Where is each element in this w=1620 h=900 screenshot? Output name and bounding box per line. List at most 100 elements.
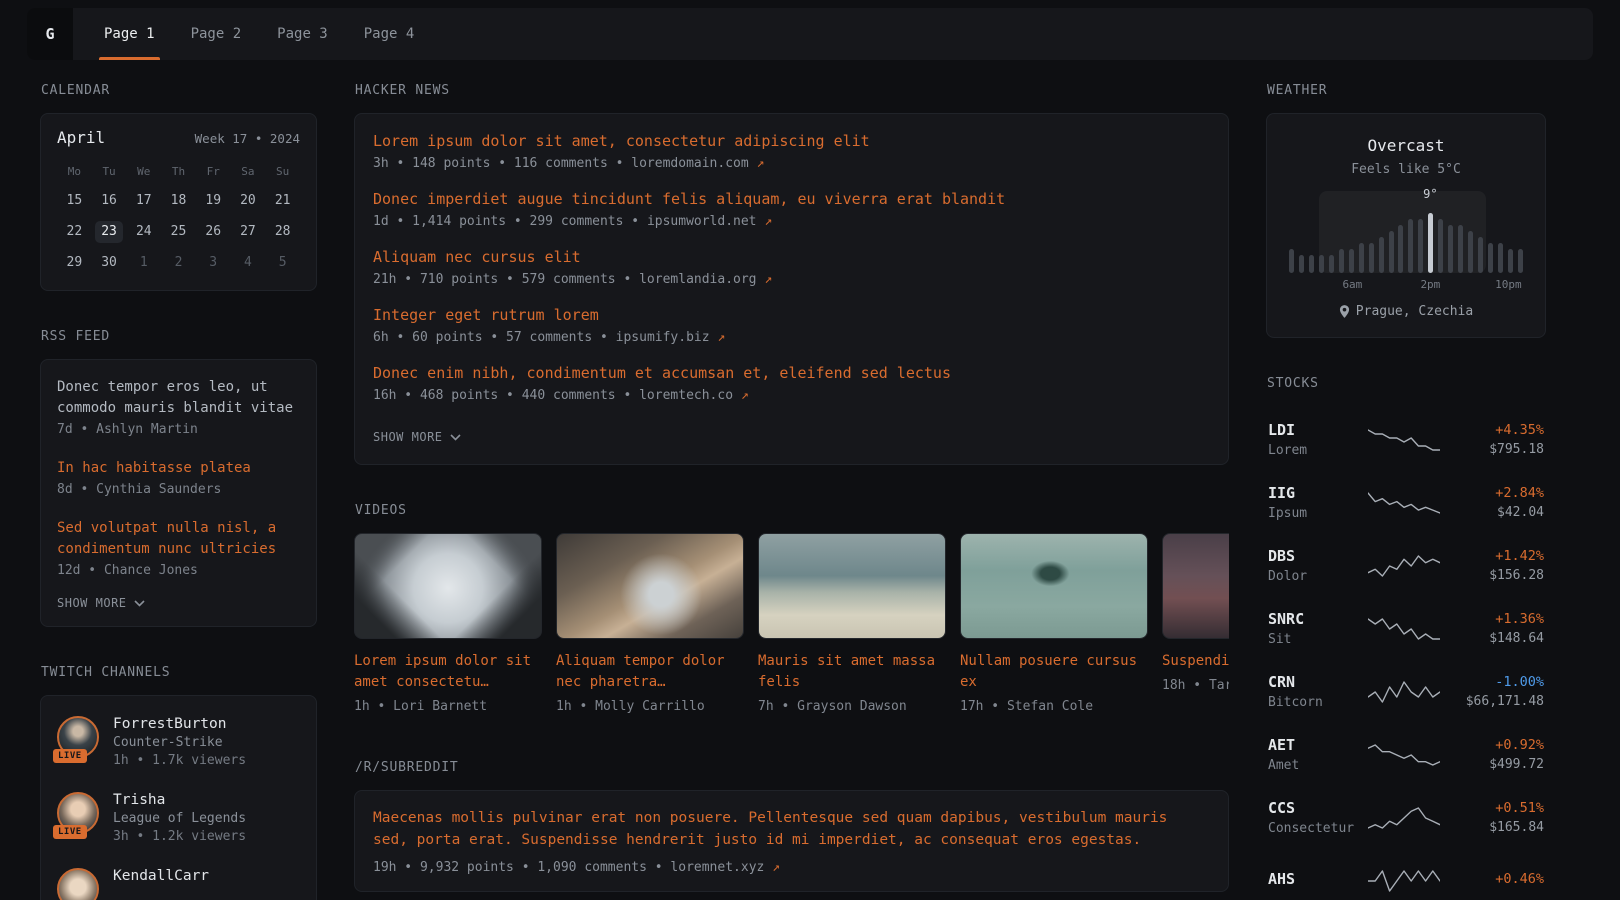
calendar-day: 2 (164, 252, 192, 274)
rss-show-more-button[interactable]: SHOW MORE (57, 588, 145, 622)
weather-bar (1349, 249, 1354, 273)
calendar-day: 17 (130, 190, 158, 212)
page-tab[interactable]: Page 2 (186, 8, 247, 60)
middle-column: HACKER NEWS Lorem ipsum dolor sit amet, … (354, 60, 1229, 900)
hn-item: Aliquam nec cursus elit 21h • 710 points… (373, 248, 1210, 287)
stock-change: -1.00% (1442, 674, 1544, 690)
twitch-channel[interactable]: LIVE ForrestBurton Counter-Strike 1h • 1… (57, 704, 300, 780)
stock-ticker: CRN (1268, 673, 1366, 691)
hn-item-title[interactable]: Aliquam nec cursus elit (373, 248, 1210, 266)
page-tab[interactable]: Page 1 (99, 8, 160, 60)
twitch-section-title: TWITCH CHANNELS (41, 665, 317, 680)
stock-sparkline (1366, 742, 1442, 768)
stock-values: +0.92% $499.72 (1442, 737, 1544, 772)
video-thumbnail[interactable] (556, 533, 744, 639)
video-title[interactable]: Nullam posuere cursus ex (960, 651, 1148, 693)
video-card[interactable]: Suspendisse diam 18h • Tara (1162, 533, 1229, 714)
calendar-day: 1 (130, 252, 158, 274)
stock-id: AHS (1268, 870, 1366, 892)
hn-item-meta: 3h • 148 points • 116 comments • loremdo… (373, 156, 1210, 171)
video-title[interactable]: Mauris sit amet massa felis (758, 651, 946, 693)
reddit-post-title[interactable]: Maecenas mollis pulvinar erat non posuer… (373, 807, 1210, 852)
page-tab[interactable]: Page 4 (359, 8, 420, 60)
stock-id: LDI Lorem (1268, 421, 1366, 458)
stock-ticker: CCS (1268, 799, 1366, 817)
stock-sparkline (1366, 553, 1442, 579)
weather-bar (1289, 249, 1294, 273)
stock-id: IIG Ipsum (1268, 484, 1366, 521)
video-card[interactable]: Lorem ipsum dolor sit amet consectetu… 1… (354, 533, 542, 714)
stock-row[interactable]: CCS Consectetur +0.51% $165.84 (1268, 786, 1544, 849)
hn-item-title[interactable]: Donec enim nibh, condimentum et accumsan… (373, 364, 1210, 382)
stock-row[interactable]: AET Amet +0.92% $499.72 (1268, 723, 1544, 786)
video-thumbnail[interactable] (1162, 533, 1229, 639)
rss-widget: Donec tempor eros leo, ut commodo mauris… (40, 359, 317, 627)
stock-change: +0.46% (1442, 871, 1544, 887)
reddit-post-domain[interactable]: loremnet.xyz (670, 860, 764, 875)
stock-name: Consectetur (1268, 821, 1366, 836)
channel-name[interactable]: ForrestBurton (113, 716, 246, 732)
rss-item-meta: 12d • Chance Jones (57, 563, 300, 578)
weather-bars (1289, 205, 1523, 273)
video-meta: 7h • Grayson Dawson (758, 699, 946, 714)
rss-item-meta: 8d • Cynthia Saunders (57, 482, 300, 497)
video-card[interactable]: Mauris sit amet massa felis 7h • Grayson… (758, 533, 946, 714)
hn-item-domain[interactable]: loremlandia.org (639, 272, 756, 287)
stock-change: +0.92% (1442, 737, 1544, 753)
chevron-down-icon (134, 600, 145, 607)
hn-show-more-button[interactable]: SHOW MORE (373, 422, 461, 456)
stock-sparkline (1366, 868, 1442, 894)
weather-bar (1319, 255, 1324, 273)
weather-bar (1329, 255, 1334, 273)
stock-row[interactable]: IIG Ipsum +2.84% $42.04 (1268, 471, 1544, 534)
hn-item-domain[interactable]: loremdomain.com (631, 156, 748, 171)
page-tab[interactable]: Page 3 (272, 8, 333, 60)
hn-item-title[interactable]: Donec imperdiet augue tincidunt felis al… (373, 190, 1210, 208)
calendar-day: 20 (234, 190, 262, 212)
avatar: LIVE (57, 792, 99, 834)
calendar-month: April (57, 128, 105, 147)
stock-row[interactable]: AHS +0.46% (1268, 849, 1544, 900)
video-thumbnail[interactable] (960, 533, 1148, 639)
weather-condition: Overcast (1283, 136, 1529, 155)
hn-item-domain[interactable]: loremtech.co (639, 388, 733, 403)
rss-item-title[interactable]: Sed volutpat nulla nisl, a condimentum n… (57, 518, 300, 560)
rss-section-title: RSS FEED (41, 329, 317, 344)
video-thumbnail[interactable] (354, 533, 542, 639)
video-title[interactable]: Suspendisse diam (1162, 651, 1229, 672)
stock-sparkline (1366, 679, 1442, 705)
twitch-channel[interactable]: LIVE Trisha League of Legends 3h • 1.2k … (57, 780, 300, 856)
video-card[interactable]: Aliquam tempor dolor nec pharetra… 1h • … (556, 533, 744, 714)
hn-item-title[interactable]: Integer eget rutrum lorem (373, 306, 1210, 324)
hn-item-meta: 21h • 710 points • 579 comments • loreml… (373, 272, 1210, 287)
calendar-day: 21 (269, 190, 297, 212)
stock-ticker: SNRC (1268, 610, 1366, 628)
video-title[interactable]: Aliquam tempor dolor nec pharetra… (556, 651, 744, 693)
stock-name: Lorem (1268, 443, 1366, 458)
hn-item: Donec imperdiet augue tincidunt felis al… (373, 190, 1210, 229)
app-logo[interactable]: G (27, 8, 73, 60)
stock-row[interactable]: LDI Lorem +4.35% $795.18 (1268, 408, 1544, 471)
channel-name[interactable]: KendallCarr (113, 868, 209, 884)
video-card[interactable]: Nullam posuere cursus ex 17h • Stefan Co… (960, 533, 1148, 714)
rss-item-title[interactable]: In hac habitasse platea (57, 458, 300, 479)
video-title[interactable]: Lorem ipsum dolor sit amet consectetu… (354, 651, 542, 693)
stock-id: DBS Dolor (1268, 547, 1366, 584)
calendar-day-header: Sa (231, 163, 266, 181)
topbar: G Page 1 Page 2 Page 3 Page 4 (27, 8, 1593, 60)
twitch-channel[interactable]: LIVE KendallCarr (57, 856, 300, 900)
weather-bar (1498, 243, 1503, 273)
hn-item-domain[interactable]: ipsumify.biz (616, 330, 710, 345)
twitch-widget: LIVE ForrestBurton Counter-Strike 1h • 1… (40, 695, 317, 900)
channel-name[interactable]: Trisha (113, 792, 246, 808)
stock-row[interactable]: SNRC Sit +1.36% $148.64 (1268, 597, 1544, 660)
hn-item-title[interactable]: Lorem ipsum dolor sit amet, consectetur … (373, 132, 1210, 150)
stock-row[interactable]: DBS Dolor +1.42% $156.28 (1268, 534, 1544, 597)
rss-item-title[interactable]: Donec tempor eros leo, ut commodo mauris… (57, 377, 300, 419)
video-thumbnail[interactable] (758, 533, 946, 639)
weather-bar (1458, 225, 1463, 273)
hn-item-domain[interactable]: ipsumworld.net (647, 214, 757, 229)
hn-meta-text: 1d • 1,414 points • 299 comments • (373, 214, 647, 229)
avatar: LIVE (57, 716, 99, 758)
stock-row[interactable]: CRN Bitcorn -1.00% $66,171.48 (1268, 660, 1544, 723)
